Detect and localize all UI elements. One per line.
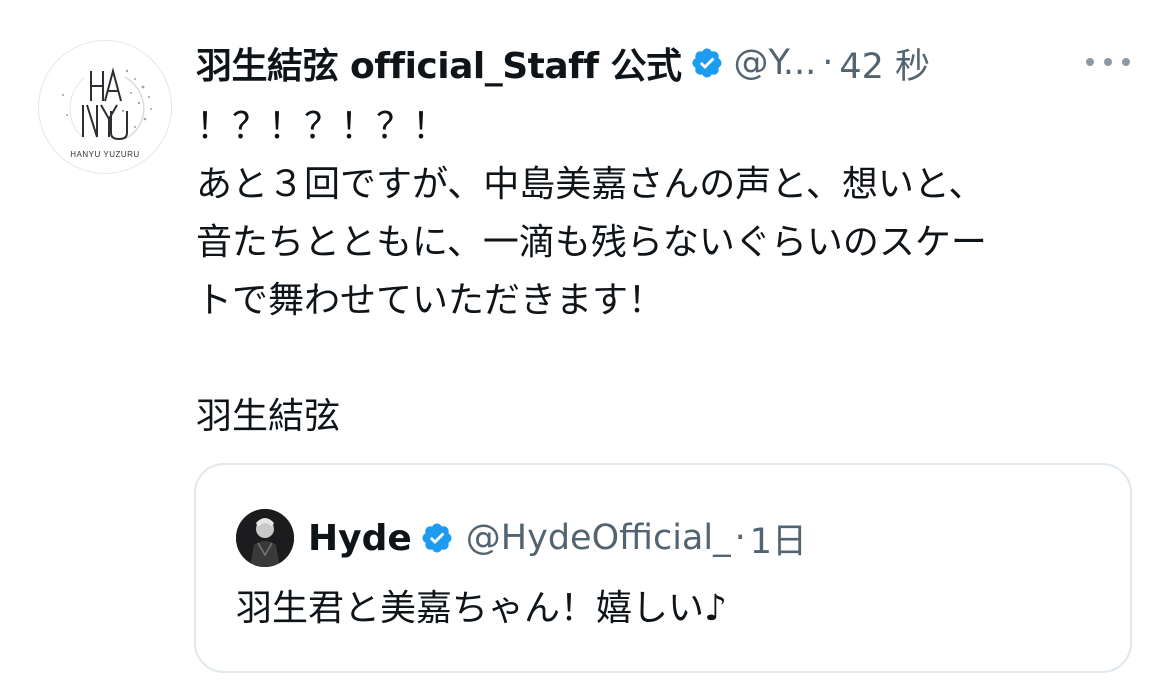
author-avatar[interactable]: HANYU YUZURU: [38, 40, 172, 174]
hyde-avatar-icon: [236, 509, 294, 567]
tweet-text: ！？！？！？！ あと３回ですが、中島美嘉さんの声と、想いと、 音たちとともに、一…: [196, 106, 987, 437]
hanyu-logo-icon: HANYU YUZURU: [62, 67, 152, 159]
quoted-author-display-name[interactable]: Hyde: [308, 518, 412, 559]
quoted-tweet[interactable]: Hyde @HydeOfficial_ · 1日 羽生君と美嘉ちゃん！嬉しい♪: [194, 463, 1132, 673]
author-handle[interactable]: @Y...: [734, 43, 817, 83]
quoted-tweet-timestamp[interactable]: 1日: [750, 513, 807, 564]
svg-text:HANYU YUZURU: HANYU YUZURU: [70, 150, 139, 159]
verified-badge-icon: [420, 521, 454, 555]
quoted-tweet-text: 羽生君と美嘉ちゃん！嬉しい♪: [236, 588, 727, 629]
verified-badge-icon: [690, 46, 724, 80]
more-options-icon[interactable]: [1086, 52, 1130, 72]
tweet-timestamp[interactable]: 42 秒: [839, 38, 930, 89]
quoted-author-handle[interactable]: @HydeOfficial_: [466, 518, 731, 558]
author-display-name[interactable]: 羽生結弦 official_Staff 公式: [196, 37, 682, 89]
quoted-tweet-header: Hyde @HydeOfficial_ · 1日: [308, 509, 807, 567]
tweet[interactable]: HANYU YUZURU 羽生結弦 official_Staff 公式 @Y..…: [0, 0, 1170, 684]
quoted-author-avatar[interactable]: [236, 509, 294, 567]
tweet-header: 羽生結弦 official_Staff 公式 @Y... · 42 秒: [196, 38, 1096, 88]
separator-dot: ·: [822, 43, 834, 83]
separator-dot: ·: [734, 518, 746, 558]
